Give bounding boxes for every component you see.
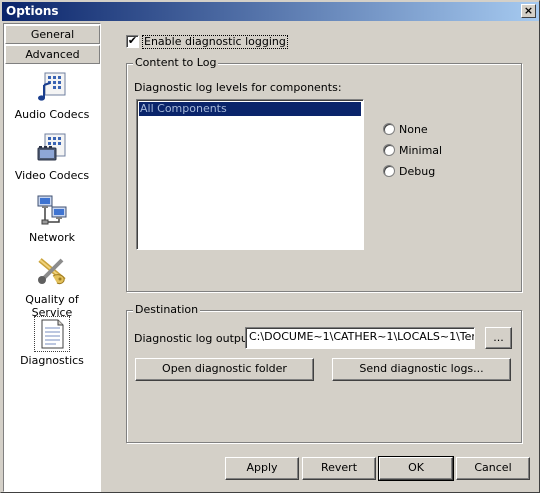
options-dialog: Options × General Advanced Audio Codecs — [0, 0, 540, 493]
level-none-label[interactable]: None — [399, 123, 428, 136]
video-codecs-icon — [37, 133, 66, 161]
destination-legend: Destination — [133, 303, 201, 316]
content-to-log-legend: Content to Log — [133, 56, 219, 69]
send-diagnostic-logs-button[interactable]: Send diagnostic logs... — [332, 358, 511, 381]
quality-of-service-icon — [38, 258, 66, 285]
level-none-radio[interactable] — [383, 123, 395, 135]
sidebar-item-audio-codecs[interactable]: Audio Codecs — [4, 71, 100, 121]
log-output-label: Diagnostic log output — [134, 332, 253, 345]
level-debug-radio[interactable] — [383, 165, 395, 177]
revert-button[interactable]: Revert — [302, 457, 376, 480]
sidebar-item-label: Diagnostics — [20, 354, 84, 367]
open-diagnostic-folder-button[interactable]: Open diagnostic folder — [135, 358, 314, 381]
diagnostics-panel: ✔ Enable diagnostic logging Content to L… — [101, 21, 539, 492]
audio-codecs-icon — [38, 72, 66, 101]
advanced-category-button[interactable]: Advanced — [5, 45, 100, 64]
ok-button[interactable]: OK — [378, 456, 454, 481]
enable-logging-label[interactable]: Enable diagnostic logging — [142, 35, 288, 49]
window-title: Options — [6, 4, 59, 18]
apply-button[interactable]: Apply — [225, 457, 299, 480]
log-output-field[interactable]: C:\DOCUME~1\CATHER~1\LOCALS~1\Temp\Cr — [245, 327, 475, 349]
browse-button[interactable]: ... — [485, 327, 512, 349]
general-category-button[interactable]: General — [5, 25, 100, 44]
category-sidebar: General Advanced Audio Codecs Video Code… — [3, 23, 101, 492]
sidebar-item-label: Audio Codecs — [14, 108, 90, 121]
sidebar-item-video-codecs[interactable]: Video Codecs — [4, 132, 100, 182]
level-debug-label[interactable]: Debug — [399, 165, 435, 178]
sidebar-item-label: Network — [29, 231, 75, 244]
sidebar-item-diagnostics[interactable]: Diagnostics — [4, 316, 100, 367]
content-to-log-group: Content to Log Diagnostic log levels for… — [126, 56, 522, 292]
sidebar-item-label: Video Codecs — [14, 169, 90, 182]
network-icon — [37, 195, 67, 225]
components-listbox[interactable]: All Components — [136, 99, 364, 250]
log-levels-label: Diagnostic log levels for components: — [134, 81, 342, 94]
level-minimal-label[interactable]: Minimal — [399, 144, 442, 157]
list-item[interactable]: All Components — [139, 102, 361, 116]
cancel-button[interactable]: Cancel — [456, 457, 530, 480]
enable-logging-checkbox[interactable]: ✔ — [126, 35, 139, 48]
close-button[interactable]: × — [521, 4, 536, 18]
sidebar-item-network[interactable]: Network — [4, 194, 100, 244]
level-minimal-radio[interactable] — [383, 144, 395, 156]
diagnostics-icon — [41, 319, 64, 349]
destination-group: Destination Diagnostic log output C:\DOC… — [126, 303, 522, 443]
title-bar[interactable]: Options × — [2, 2, 539, 21]
sidebar-item-quality-of-service[interactable]: Quality of Service — [4, 256, 100, 319]
